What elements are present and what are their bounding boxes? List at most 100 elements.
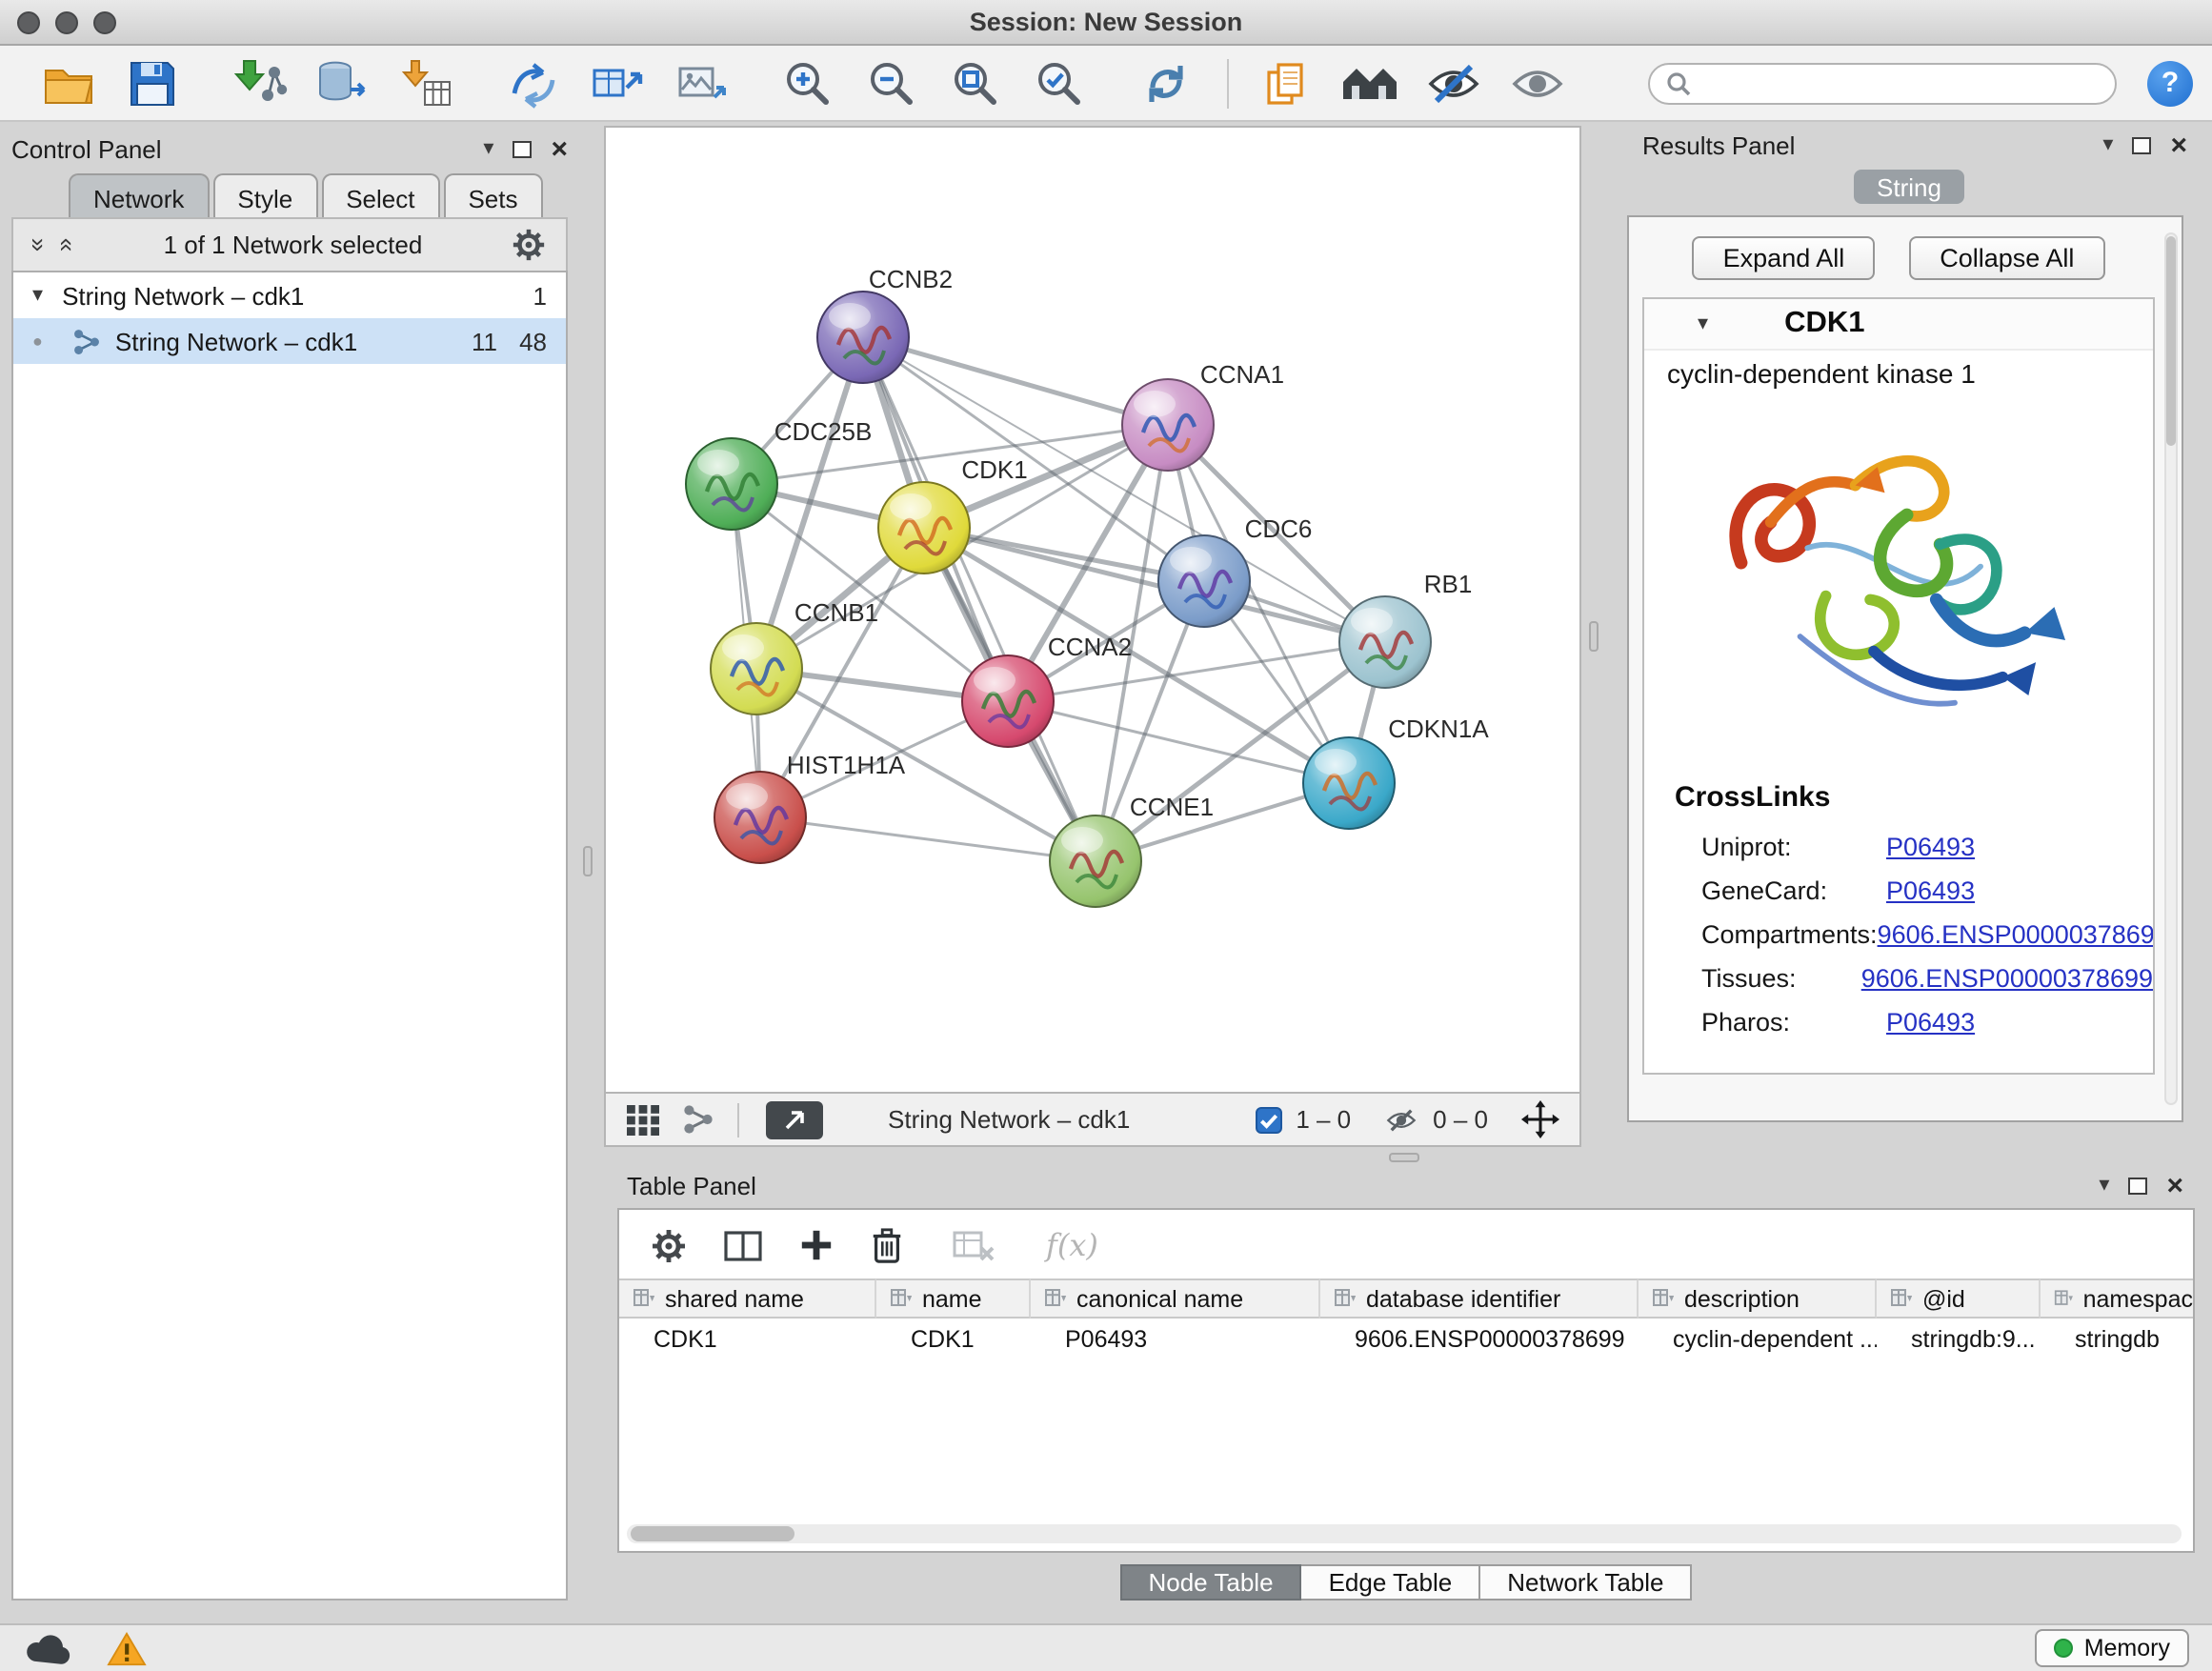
expand-all-button[interactable]: Expand All bbox=[1693, 236, 1876, 280]
network-canvas[interactable]: CCNB2CCNA1CDC25BCDK1CDC6RB1CCNB1CCNA2CDK… bbox=[604, 126, 1581, 1094]
network-tools-button[interactable] bbox=[503, 52, 564, 113]
detach-view-button[interactable] bbox=[766, 1100, 823, 1138]
add-row-plus-icon[interactable] bbox=[798, 1227, 835, 1263]
column-header-id[interactable]: @id bbox=[1877, 1278, 2041, 1319]
panel-menu-icon[interactable]: ▾ bbox=[2102, 134, 2113, 155]
show-all-button[interactable] bbox=[1507, 52, 1568, 113]
birdseye-grid-icon[interactable] bbox=[625, 1102, 663, 1137]
network-options-gear-icon[interactable] bbox=[511, 227, 547, 263]
save-session-button[interactable] bbox=[122, 52, 183, 113]
network-edge[interactable] bbox=[760, 817, 1096, 861]
network-collection-row[interactable]: ▾ String Network – cdk1 1 bbox=[13, 272, 566, 318]
crosslink-link[interactable]: P06493 bbox=[1886, 1008, 1975, 1037]
network-node-CDKN1A[interactable] bbox=[1303, 737, 1395, 829]
close-window-button[interactable] bbox=[17, 11, 40, 34]
collapse-all-icon[interactable]: » bbox=[27, 238, 51, 252]
cell-canonical-name[interactable]: P06493 bbox=[1031, 1319, 1320, 1359]
import-network-file-button[interactable] bbox=[229, 52, 290, 113]
network-graph[interactable]: CCNB2CCNA1CDC25BCDK1CDC6RB1CCNB1CCNA2CDK… bbox=[606, 128, 1579, 1092]
float-panel-icon[interactable] bbox=[2132, 136, 2151, 153]
cell-id[interactable]: stringdb:9... bbox=[1877, 1319, 2041, 1359]
copy-button[interactable] bbox=[1256, 52, 1317, 113]
minimize-window-button[interactable] bbox=[55, 11, 78, 34]
tab-style[interactable]: Style bbox=[212, 173, 317, 217]
tab-network[interactable]: Network bbox=[69, 173, 209, 217]
column-header-description[interactable]: description bbox=[1639, 1278, 1877, 1319]
close-panel-icon[interactable]: × bbox=[551, 134, 568, 163]
refresh-layout-button[interactable] bbox=[1136, 52, 1196, 113]
close-panel-icon[interactable]: × bbox=[2166, 1171, 2183, 1199]
network-node-CCNA1[interactable] bbox=[1122, 379, 1214, 471]
memory-button[interactable]: Memory bbox=[2035, 1629, 2189, 1667]
network-node-CDC6[interactable] bbox=[1158, 535, 1250, 627]
crosslink-link[interactable]: 9606.ENSP00000378699 bbox=[1878, 920, 2155, 949]
zoom-out-button[interactable] bbox=[861, 52, 922, 113]
open-session-button[interactable] bbox=[38, 52, 99, 113]
tab-node-table[interactable]: Node Table bbox=[1119, 1564, 1301, 1601]
network-edge[interactable] bbox=[863, 337, 1168, 425]
collapse-all-button[interactable]: Collapse All bbox=[1909, 236, 2104, 280]
results-scrollbar[interactable] bbox=[2164, 232, 2178, 1105]
network-node-CDC25B[interactable] bbox=[686, 438, 777, 530]
cell-description[interactable]: cyclin-dependent ... bbox=[1639, 1319, 1877, 1359]
crosslink-link[interactable]: P06493 bbox=[1886, 833, 1975, 861]
cell-namespace[interactable]: stringdb bbox=[2041, 1319, 2193, 1359]
network-node-CCNB1[interactable] bbox=[711, 623, 802, 715]
tab-sets[interactable]: Sets bbox=[443, 173, 542, 217]
cloud-icon[interactable] bbox=[23, 1631, 72, 1665]
column-header-name[interactable]: name bbox=[876, 1278, 1031, 1319]
network-row[interactable]: ● String Network – cdk1 11 48 bbox=[13, 318, 566, 364]
tab-network-table[interactable]: Network Table bbox=[1480, 1564, 1692, 1601]
splitter-handle[interactable] bbox=[583, 846, 593, 876]
cell-database-identifier[interactable]: 9606.ENSP00000378699 bbox=[1320, 1319, 1639, 1359]
hidden-eye-slash-icon[interactable] bbox=[1383, 1104, 1419, 1135]
splitter-handle[interactable] bbox=[1389, 1153, 1419, 1162]
float-panel-icon[interactable] bbox=[513, 140, 532, 157]
tab-edge-table[interactable]: Edge Table bbox=[1302, 1564, 1481, 1601]
hide-selected-button[interactable] bbox=[1423, 52, 1484, 113]
network-node-CCNB2[interactable] bbox=[817, 292, 909, 383]
column-header-database-identifier[interactable]: database identifier bbox=[1320, 1278, 1639, 1319]
selected-checkbox-icon[interactable] bbox=[1256, 1106, 1282, 1133]
tab-string[interactable]: String bbox=[1854, 170, 1964, 204]
export-image-button[interactable] bbox=[671, 52, 732, 113]
table-horizontal-scrollbar[interactable] bbox=[627, 1524, 2182, 1543]
expand-all-icon[interactable]: « bbox=[56, 238, 81, 252]
crosslink-link[interactable]: P06493 bbox=[1886, 876, 1975, 905]
network-table-export-button[interactable] bbox=[587, 52, 648, 113]
crosslink-link[interactable]: 9606.ENSP00000378699 bbox=[1861, 964, 2153, 993]
network-node-CCNE1[interactable] bbox=[1050, 815, 1141, 907]
network-edge[interactable] bbox=[863, 337, 1096, 861]
show-columns-icon[interactable] bbox=[722, 1226, 764, 1264]
table-settings-gear-icon[interactable] bbox=[650, 1226, 688, 1264]
zoom-selected-button[interactable] bbox=[1029, 52, 1090, 113]
network-node-CDK1[interactable] bbox=[878, 482, 970, 574]
panel-menu-icon[interactable]: ▾ bbox=[2099, 1175, 2109, 1196]
network-node-RB1[interactable] bbox=[1339, 596, 1431, 688]
cell-shared-name[interactable]: CDK1 bbox=[619, 1319, 876, 1359]
graph-overview-icon[interactable] bbox=[682, 1103, 714, 1136]
column-header-shared-name[interactable]: shared name bbox=[619, 1278, 876, 1319]
warning-icon[interactable] bbox=[107, 1630, 147, 1666]
close-panel-icon[interactable]: × bbox=[2170, 131, 2187, 159]
zoom-window-button[interactable] bbox=[93, 11, 116, 34]
tab-select[interactable]: Select bbox=[321, 173, 439, 217]
pan-crosshair-icon[interactable] bbox=[1520, 1099, 1560, 1139]
splitter-handle[interactable] bbox=[1589, 621, 1599, 652]
delete-trash-icon[interactable] bbox=[869, 1225, 905, 1265]
float-panel-icon[interactable] bbox=[2128, 1177, 2147, 1194]
network-node-CCNA2[interactable] bbox=[962, 655, 1054, 747]
help-button[interactable]: ? bbox=[2147, 60, 2193, 106]
zoom-in-button[interactable] bbox=[777, 52, 838, 113]
gene-section-header[interactable]: ▾ CDK1 bbox=[1644, 299, 2153, 351]
column-header-canonical-name[interactable]: canonical name bbox=[1031, 1278, 1320, 1319]
home-button[interactable] bbox=[1339, 52, 1400, 113]
panel-menu-icon[interactable]: ▾ bbox=[483, 138, 493, 159]
zoom-fit-button[interactable] bbox=[945, 52, 1006, 113]
collection-expand-icon[interactable]: ▾ bbox=[32, 285, 43, 306]
search-input[interactable] bbox=[1703, 70, 2100, 96]
import-network-database-button[interactable] bbox=[312, 52, 373, 113]
cell-name[interactable]: CDK1 bbox=[876, 1319, 1031, 1359]
import-table-button[interactable] bbox=[396, 52, 457, 113]
column-header-namespace[interactable]: namespac bbox=[2041, 1278, 2193, 1319]
